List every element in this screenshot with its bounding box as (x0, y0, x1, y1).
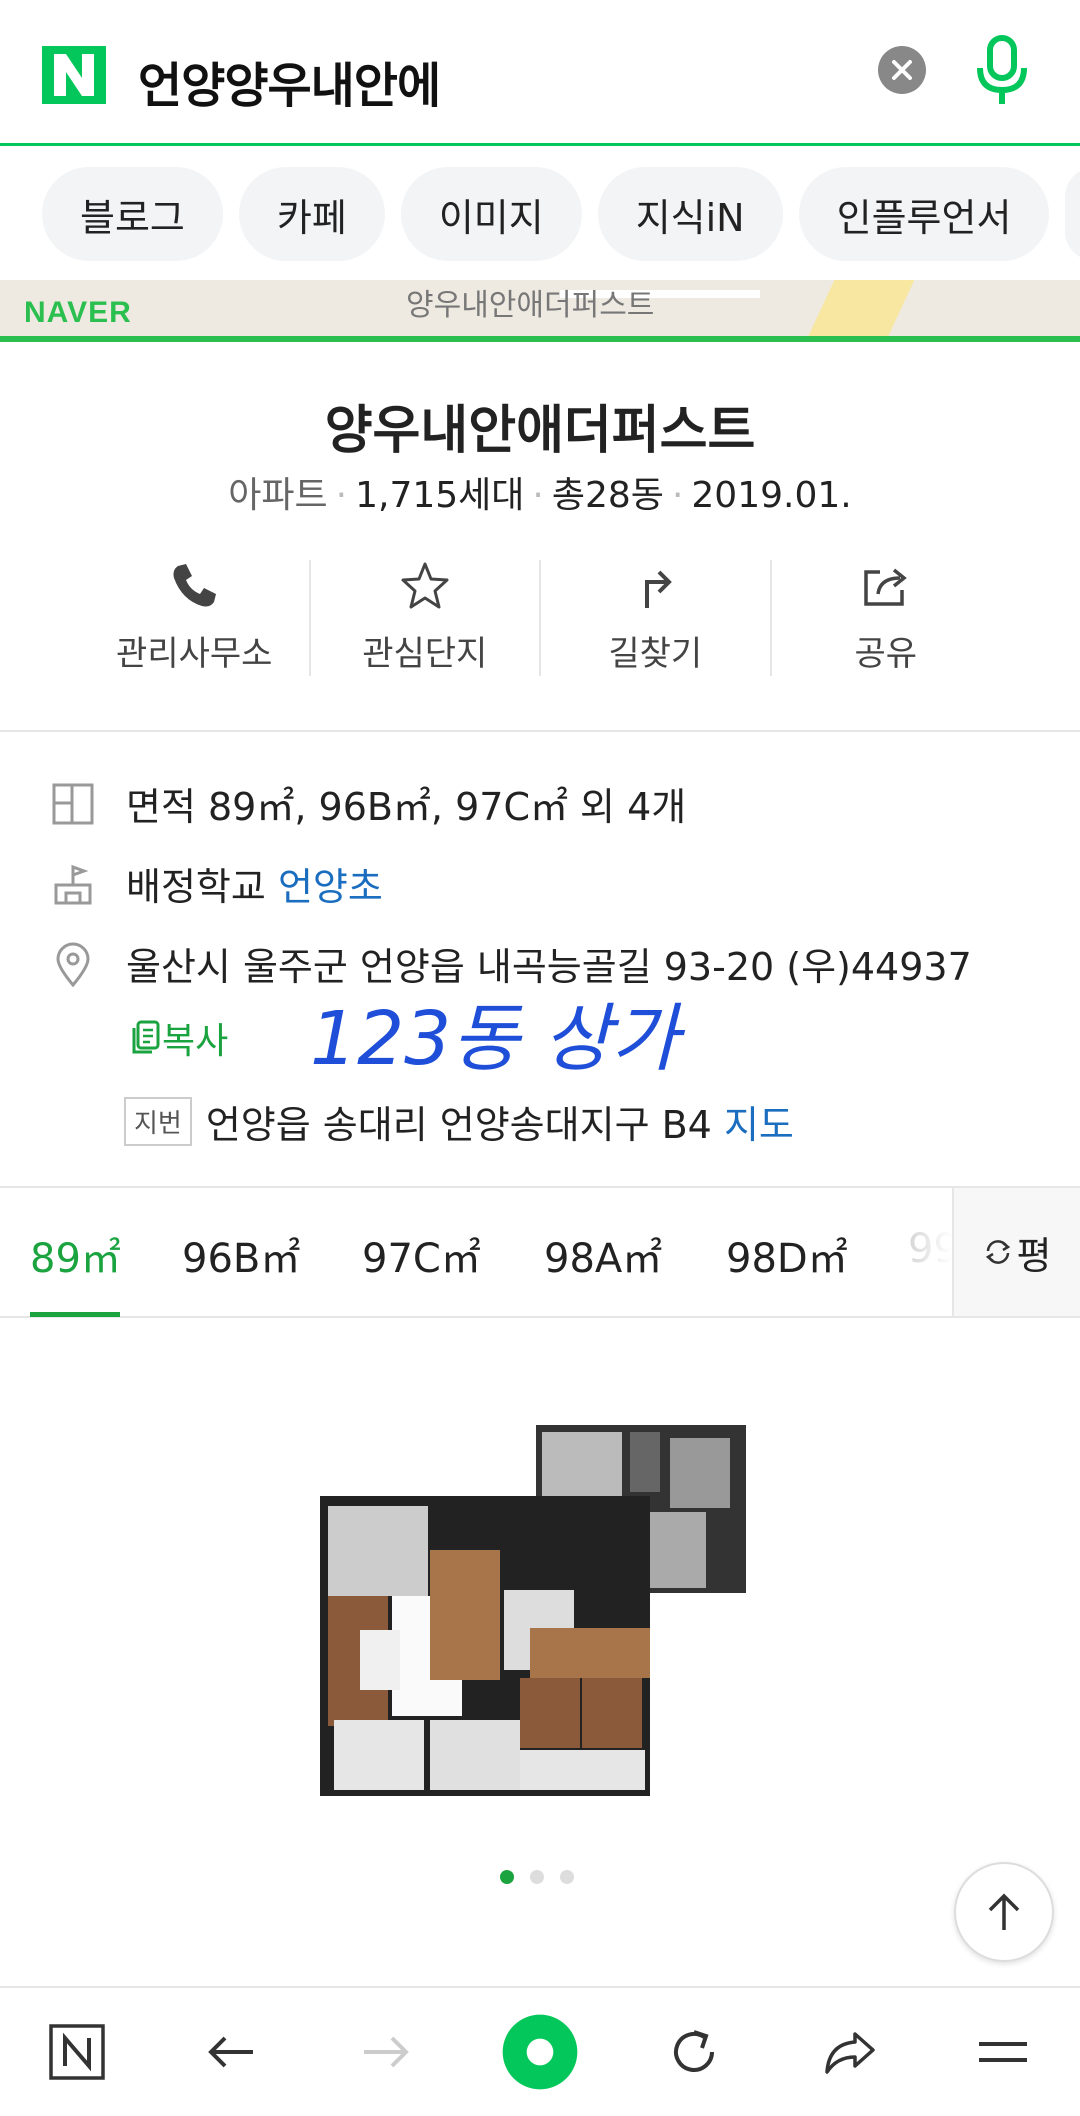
map-place-label: 양우내안애더퍼스트 (406, 288, 655, 323)
jibun-badge: 지번 (124, 1097, 192, 1146)
directions-icon (645, 570, 673, 608)
browser-bottom-nav (0, 1986, 1080, 2116)
copy-label: 복사 (162, 1021, 229, 1062)
unit-toggle-label: 평 (1016, 1233, 1052, 1278)
school-icon (54, 864, 92, 904)
floor-plan-image[interactable] (320, 1420, 760, 1800)
close-icon (892, 60, 912, 80)
forward-button[interactable] (336, 2002, 436, 2102)
back-button[interactable] (181, 2002, 281, 2102)
action-bar: 관리사무소 관심단지 길찾기 공유 (80, 560, 1000, 676)
share-icon (864, 568, 907, 606)
area-tab-98a[interactable]: 98A㎡ (544, 1226, 662, 1284)
tab-image[interactable]: 이미지 (400, 167, 582, 261)
naver-home-button[interactable] (27, 2002, 127, 2102)
search-category-tabs: 블로그 카페 이미지 지식iN 인플루언서 (0, 148, 1080, 280)
tab-influencer[interactable]: 인플루언서 (798, 167, 1050, 261)
action-label: 관리사무소 (116, 634, 273, 674)
complex-households: 1,715세대 (355, 475, 525, 516)
floor-plan-icon (52, 783, 94, 824)
handwritten-note-text: 123동 상가 (310, 996, 686, 1082)
section-divider (0, 730, 1080, 732)
action-label: 길찾기 (608, 634, 703, 674)
active-tab-underline (30, 1312, 120, 1317)
area-tab-98d[interactable]: 98D㎡ (726, 1226, 848, 1284)
refresh-icon (674, 2030, 715, 2072)
tab-cafe[interactable]: 카페 (238, 167, 385, 261)
refresh-icon (985, 1240, 1010, 1264)
jibun-row: 지번 언양읍 송대리 언양송대지구 B4 지도 (124, 1094, 794, 1149)
share-arrow-icon (824, 2032, 875, 2074)
image-pager (500, 1870, 574, 1884)
complex-type: 아파트 (228, 475, 328, 516)
area-type-tabs: 89㎡ 96B㎡ 97C㎡ 98A㎡ 98D㎡ 99 평 (0, 1186, 1080, 1318)
location-pin-icon (56, 942, 90, 987)
search-bar: 언양양우내안에 (0, 0, 1080, 146)
school-info-row: 배정학교 언양초 (50, 856, 383, 911)
area-tab-97c[interactable]: 97C㎡ (362, 1226, 481, 1284)
green-dot-button[interactable] (490, 2002, 590, 2102)
clear-search-button[interactable] (878, 46, 926, 94)
map-naver-logo: NAVER (24, 296, 132, 329)
area-tab-96b[interactable]: 96B㎡ (182, 1226, 300, 1284)
pager-dot[interactable] (500, 1870, 514, 1884)
phone-icon (173, 564, 217, 607)
map-preview[interactable]: 양우내안애더퍼스트 NAVER (0, 280, 1080, 342)
menu-button[interactable] (953, 2002, 1053, 2102)
tabs-fade (880, 1188, 952, 1316)
complex-date: 2019.01. (691, 475, 852, 516)
microphone-icon[interactable] (974, 34, 1030, 110)
map-link[interactable]: 지도 (724, 1094, 794, 1149)
handwritten-annotation: 123동 상가 (310, 996, 686, 1082)
complex-summary: 아파트 · 1,715세대 · 총28동 · 2019.01. (228, 475, 852, 516)
address-text: 울산시 울주군 언양읍 내곡능골길 93-20 (우)44937 (126, 945, 972, 989)
tab-kin[interactable]: 지식iN (597, 167, 783, 261)
arrow-up-icon (988, 1893, 1020, 1930)
jibun-address: 언양읍 송대리 언양송대지구 B4 (205, 1103, 712, 1147)
scroll-to-top-button[interactable] (954, 1862, 1054, 1962)
address-info-row: 울산시 울주군 언양읍 내곡능골길 93-20 (우)44937 (50, 936, 972, 991)
arrow-right-icon (363, 2036, 409, 2068)
unit-toggle-button[interactable]: 평 (952, 1188, 1080, 1316)
favorite-complex-button[interactable]: 관심단지 (311, 560, 541, 676)
school-link[interactable]: 언양초 (278, 856, 383, 911)
area-text: 면적 89㎡, 96B㎡, 97C㎡ 외 4개 (126, 785, 687, 829)
copy-icon (132, 1020, 160, 1054)
action-label: 공유 (854, 634, 918, 674)
action-label: 관심단지 (362, 634, 488, 674)
school-label: 배정학교 (126, 865, 266, 909)
copy-address-button[interactable]: 복사 (132, 1012, 228, 1064)
naver-n-icon (49, 2024, 105, 2080)
directions-button[interactable]: 길찾기 (541, 560, 772, 676)
area-info-row: 면적 89㎡, 96B㎡, 97C㎡ 외 4개 (50, 776, 686, 831)
refresh-button[interactable] (644, 2002, 744, 2102)
share-button-bottom[interactable] (799, 2002, 899, 2102)
complex-buildings: 총28동 (551, 475, 664, 516)
naver-logo[interactable] (42, 46, 106, 104)
pager-dot[interactable] (560, 1870, 574, 1884)
search-query[interactable]: 언양양우내안에 (138, 46, 441, 116)
map-road (805, 280, 915, 336)
tab-more[interactable] (1065, 167, 1080, 261)
management-office-button[interactable]: 관리사무소 (80, 560, 311, 676)
share-button[interactable]: 공유 (772, 560, 1001, 676)
pager-dot[interactable] (530, 1870, 544, 1884)
area-tab-89[interactable]: 89㎡ (30, 1226, 121, 1284)
arrow-left-icon (208, 2036, 254, 2068)
tab-blog[interactable]: 블로그 (42, 167, 223, 261)
complex-title: 양우내안애더퍼스트 (324, 401, 756, 461)
green-dot-icon (502, 2014, 578, 2090)
hamburger-icon (978, 2042, 1027, 2062)
star-icon (401, 562, 449, 609)
